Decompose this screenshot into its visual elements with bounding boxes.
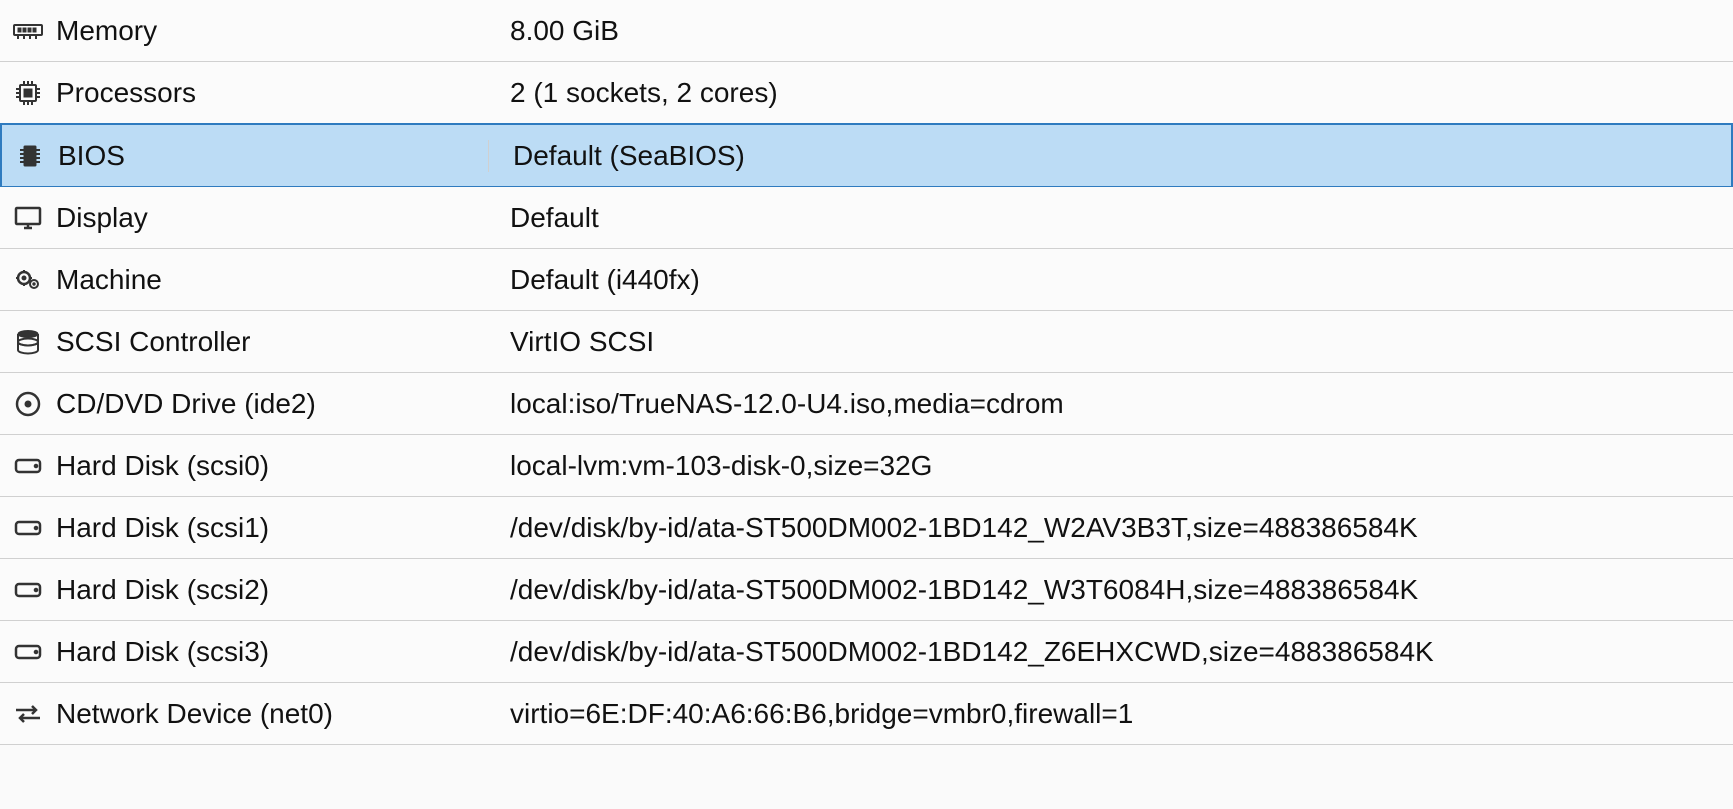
row-machine[interactable]: Machine Default (i440fx) — [0, 249, 1733, 311]
row-display[interactable]: Display Default — [0, 187, 1733, 249]
row-value: /dev/disk/by-id/ata-ST500DM002-1BD142_W3… — [510, 574, 1418, 606]
network-icon — [0, 698, 56, 730]
row-hard-disk-scsi0[interactable]: Hard Disk (scsi0) local-lvm:vm-103-disk-… — [0, 435, 1733, 497]
row-label: Hard Disk (scsi0) — [56, 450, 269, 482]
row-value: Default — [510, 202, 599, 234]
row-memory[interactable]: Memory 8.00 GiB — [0, 0, 1733, 62]
hdd-icon — [0, 512, 56, 544]
row-label: Hard Disk (scsi2) — [56, 574, 269, 606]
row-value: /dev/disk/by-id/ata-ST500DM002-1BD142_Z6… — [510, 636, 1434, 668]
display-icon — [0, 202, 56, 234]
row-label: Processors — [56, 77, 196, 109]
row-label: Network Device (net0) — [56, 698, 333, 730]
row-label: Memory — [56, 15, 157, 47]
row-value: VirtIO SCSI — [510, 326, 654, 358]
row-hard-disk-scsi3[interactable]: Hard Disk (scsi3) /dev/disk/by-id/ata-ST… — [0, 621, 1733, 683]
row-value: 2 (1 sockets, 2 cores) — [510, 77, 778, 109]
row-label: Hard Disk (scsi1) — [56, 512, 269, 544]
hdd-icon — [0, 574, 56, 606]
row-value: local-lvm:vm-103-disk-0,size=32G — [510, 450, 932, 482]
hdd-icon — [0, 636, 56, 668]
row-cddvd-drive[interactable]: CD/DVD Drive (ide2) local:iso/TrueNAS-12… — [0, 373, 1733, 435]
row-label: BIOS — [58, 140, 125, 172]
row-hard-disk-scsi2[interactable]: Hard Disk (scsi2) /dev/disk/by-id/ata-ST… — [0, 559, 1733, 621]
row-scsi-controller[interactable]: SCSI Controller VirtIO SCSI — [0, 311, 1733, 373]
hdd-icon — [0, 450, 56, 482]
row-value: virtio=6E:DF:40:A6:66:B6,bridge=vmbr0,fi… — [510, 698, 1133, 730]
row-value: /dev/disk/by-id/ata-ST500DM002-1BD142_W2… — [510, 512, 1418, 544]
row-hard-disk-scsi1[interactable]: Hard Disk (scsi1) /dev/disk/by-id/ata-ST… — [0, 497, 1733, 559]
row-label: SCSI Controller — [56, 326, 251, 358]
memory-icon — [0, 15, 56, 47]
row-value: 8.00 GiB — [510, 15, 619, 47]
hardware-list: Memory 8.00 GiB Processors 2 (1 sockets,… — [0, 0, 1733, 745]
row-label: Machine — [56, 264, 162, 296]
chip-icon — [2, 140, 58, 172]
disc-icon — [0, 388, 56, 420]
row-bios[interactable]: BIOS Default (SeaBIOS) — [0, 123, 1733, 188]
row-label: Display — [56, 202, 148, 234]
cpu-icon — [0, 77, 56, 109]
row-processors[interactable]: Processors 2 (1 sockets, 2 cores) — [0, 62, 1733, 124]
row-value: Default (SeaBIOS) — [513, 140, 745, 172]
database-icon — [0, 326, 56, 358]
row-label: CD/DVD Drive (ide2) — [56, 388, 316, 420]
row-value: local:iso/TrueNAS-12.0-U4.iso,media=cdro… — [510, 388, 1064, 420]
row-network-device[interactable]: Network Device (net0) virtio=6E:DF:40:A6… — [0, 683, 1733, 745]
row-label: Hard Disk (scsi3) — [56, 636, 269, 668]
cogs-icon — [0, 264, 56, 296]
row-value: Default (i440fx) — [510, 264, 700, 296]
